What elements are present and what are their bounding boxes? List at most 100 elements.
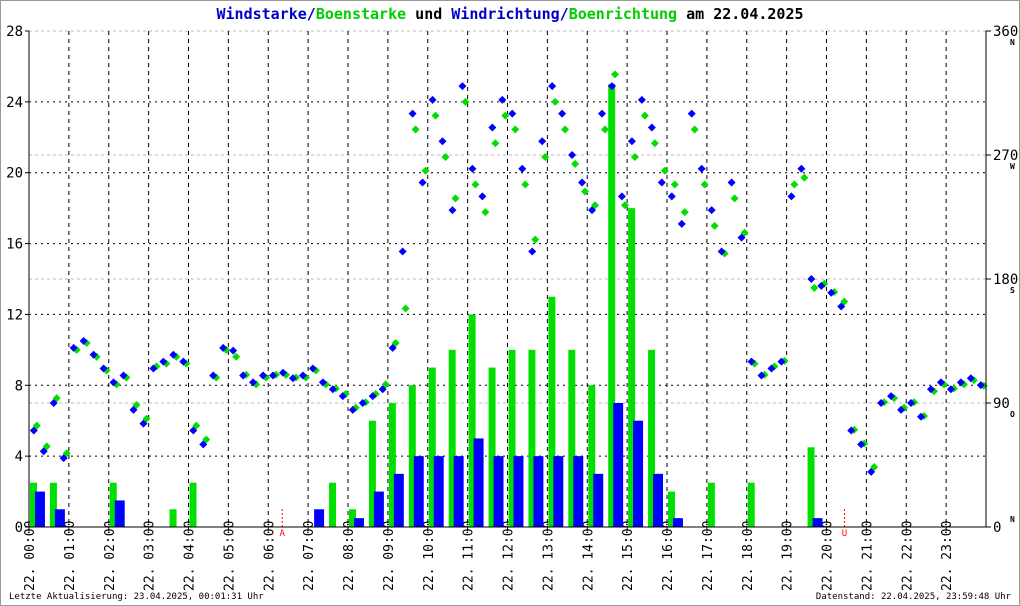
wind-direction-point [807, 275, 816, 283]
wind-direction-point [787, 192, 796, 201]
gust-direction-point [680, 208, 689, 217]
x-tick-label: 22. 01:00 [63, 521, 78, 591]
wind-direction-point [538, 137, 547, 146]
gust-direction-point [690, 125, 699, 134]
gust-direction-point [660, 166, 669, 175]
gust-direction-point [541, 153, 550, 161]
sun-marker-label: A [279, 529, 285, 539]
wind-direction-point [498, 95, 507, 104]
gust-speed-bar [807, 447, 815, 527]
gust-direction-point [491, 139, 500, 148]
x-tick-label: 22. 18:00 [741, 521, 756, 591]
left-tick-label: 20 [6, 166, 23, 182]
right-tick-label: 0 [993, 520, 1001, 536]
compass-label: W [1010, 162, 1015, 171]
wind-direction-point [518, 164, 527, 173]
wind-direction-point [667, 192, 676, 201]
wind-direction-point [438, 137, 447, 146]
wind-direction-point [478, 192, 487, 201]
gust-direction-point [441, 153, 450, 161]
wind-speed-bar [533, 456, 544, 527]
right-tick-label: 90 [993, 396, 1010, 412]
gust-direction-point [581, 187, 590, 196]
x-tick-label: 22. 16:00 [661, 521, 676, 591]
gust-direction-point [710, 221, 719, 230]
gust-direction-point [461, 97, 470, 106]
x-tick-label: 22. 12:00 [502, 521, 517, 591]
gust-direction-point [451, 194, 460, 203]
gust-direction-point [411, 125, 420, 134]
x-tick-label: 22. 21:00 [860, 521, 875, 591]
data-timestamp: Datenstand: 22.04.2025, 23:59:48 Uhr [815, 592, 1011, 602]
gust-direction-point [511, 125, 520, 134]
wind-speed-bar [513, 456, 524, 527]
wind-direction-point [398, 247, 407, 256]
gust-direction-point [481, 208, 490, 217]
wind-direction-point [657, 178, 666, 187]
x-tick-label: 22. 15:00 [621, 521, 636, 591]
wind-speed-bar [54, 509, 65, 527]
gust-direction-point [601, 125, 610, 134]
gust-direction-point [640, 111, 649, 120]
wind-speed-bar [633, 420, 644, 527]
gust-direction-point [730, 194, 739, 203]
wind-speed-bar [653, 473, 664, 527]
gust-direction-point [700, 180, 709, 189]
gust-direction-point [790, 180, 799, 189]
wind-speed-bar [413, 456, 424, 527]
wind-direction-point [448, 206, 457, 215]
wind-direction-point [468, 164, 477, 173]
left-tick-label: 12 [6, 307, 23, 323]
wind-direction-point [408, 109, 417, 118]
wind-speed-bar [393, 473, 404, 527]
wind-speed-bar [613, 403, 624, 527]
left-tick-label: 4 [15, 449, 23, 465]
gust-speed-bar [707, 482, 715, 527]
gust-direction-point [421, 166, 430, 175]
wind-direction-point [677, 219, 686, 228]
compass-label: S [1010, 286, 1015, 295]
gust-direction-point [521, 180, 530, 189]
wind-speed-bar [672, 518, 683, 527]
x-tick-label: 22. 00:00 [23, 521, 38, 591]
wind-speed-bar [812, 518, 823, 527]
compass-label: N [1010, 38, 1015, 47]
wind-speed-bar [493, 456, 504, 527]
wind-direction-point [528, 247, 537, 256]
wind-direction-point [687, 109, 696, 118]
wind-speed-bar [433, 456, 444, 527]
wind-direction-point [617, 192, 626, 201]
gust-direction-point [650, 139, 659, 148]
wind-direction-point [568, 151, 577, 159]
x-tick-label: 22. 11:00 [462, 521, 477, 591]
gust-speed-bar [747, 482, 755, 527]
x-tick-label: 22. 20:00 [821, 521, 836, 591]
wind-speed-bar [473, 438, 484, 527]
wind-direction-point [428, 95, 437, 104]
wind-speed-bar [373, 491, 384, 527]
gust-direction-point [610, 70, 619, 79]
last-update: Letzte Aktualisierung: 23.04.2025, 00:01… [9, 592, 264, 602]
wind-speed-bar [353, 518, 364, 527]
wind-direction-point [627, 137, 636, 146]
wind-speed-bar [114, 500, 125, 527]
wind-speed-bar [573, 456, 584, 527]
gust-direction-point [561, 125, 570, 134]
left-tick-label: 0 [15, 520, 23, 536]
wind-speed-bar [34, 491, 45, 527]
x-tick-label: 22. 06:00 [262, 521, 277, 591]
x-tick-label: 22. 14:00 [581, 521, 596, 591]
wind-direction-point [418, 178, 427, 187]
sun-marker-label: U [842, 529, 847, 539]
wind-speed-bar [453, 456, 464, 527]
x-tick-label: 22. 03:00 [143, 521, 158, 591]
gust-direction-point [800, 173, 809, 182]
x-tick-label: 22. 22:00 [900, 521, 915, 591]
left-tick-label: 24 [6, 95, 23, 111]
wind-direction-point [598, 109, 607, 118]
gust-direction-point [670, 180, 679, 189]
gust-direction-point [401, 304, 410, 313]
compass-label: O [1010, 410, 1015, 419]
x-tick-label: 22. 19:00 [781, 521, 796, 591]
wind-speed-bar [593, 473, 604, 527]
